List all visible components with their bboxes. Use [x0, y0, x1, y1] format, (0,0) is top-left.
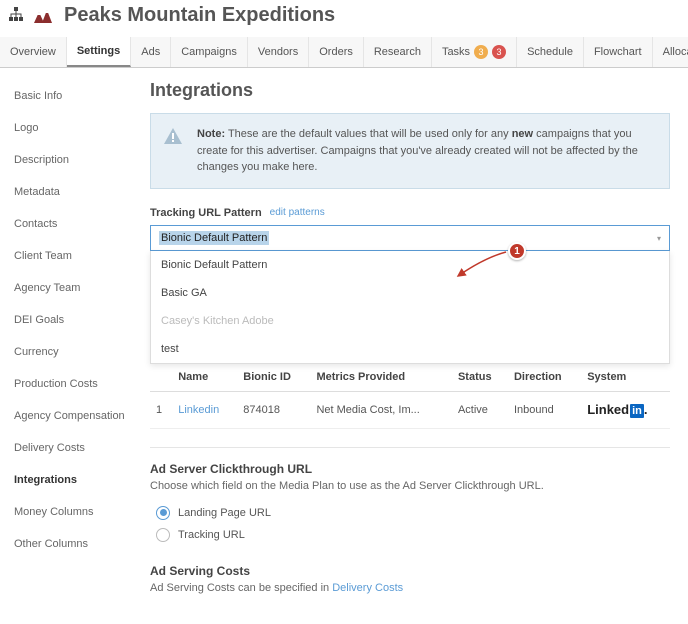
sidebar-item-description[interactable]: Description	[0, 144, 140, 176]
radio-icon	[156, 506, 170, 520]
note-new: new	[512, 128, 533, 140]
col-header: System	[581, 363, 670, 392]
tracking-label: Tracking URL Pattern	[150, 207, 262, 219]
sidebar-item-dei-goals[interactable]: DEI Goals	[0, 304, 140, 336]
clickthrough-section: Ad Server Clickthrough URL Choose which …	[150, 462, 670, 546]
tab-orders[interactable]: Orders	[309, 37, 364, 67]
divider	[150, 447, 670, 448]
tab-research[interactable]: Research	[364, 37, 432, 67]
linkedin-logo: Linkedin.	[587, 402, 647, 417]
cell-status: Active	[452, 391, 508, 428]
tab-settings[interactable]: Settings	[67, 37, 131, 67]
tab-vendors[interactable]: Vendors	[248, 37, 309, 67]
cell-system: Linkedin.	[581, 391, 670, 428]
dropdown-list: Bionic Default PatternBasic GACasey's Ki…	[150, 251, 670, 364]
tab-schedule[interactable]: Schedule	[517, 37, 584, 67]
chevron-down-icon: ▾	[657, 234, 661, 243]
tracking-label-row: Tracking URL Pattern edit patterns	[150, 207, 670, 219]
dropdown-option[interactable]: test	[151, 335, 669, 363]
sidebar-item-delivery-costs[interactable]: Delivery Costs	[0, 432, 140, 464]
main-content: Integrations Note: These are the default…	[140, 68, 688, 624]
cell-metrics: Net Media Cost, Im...	[310, 391, 452, 428]
edit-patterns-link[interactable]: edit patterns	[270, 207, 325, 218]
radio-landing-page[interactable]: Landing Page URL	[150, 502, 670, 524]
warning-icon	[163, 126, 183, 152]
dropdown-option[interactable]: Bionic Default Pattern	[151, 251, 669, 279]
note-text-1: These are the default values that will b…	[225, 128, 512, 140]
sidebar-item-metadata[interactable]: Metadata	[0, 176, 140, 208]
note-bold: Note:	[197, 128, 225, 140]
delivery-costs-link[interactable]: Delivery Costs	[332, 582, 403, 594]
page-header: Peaks Mountain Expeditions	[0, 0, 688, 37]
integration-name-link[interactable]: Linkedin	[178, 404, 219, 416]
serving-title: Ad Serving Costs	[150, 564, 670, 578]
integrations-table: NameBionic IDMetrics ProvidedStatusDirec…	[150, 363, 670, 429]
sidebar-item-other-columns[interactable]: Other Columns	[0, 528, 140, 560]
dropdown-option[interactable]: Casey's Kitchen Adobe	[151, 307, 669, 335]
dropdown-option[interactable]: Basic GA	[151, 279, 669, 307]
tab-bar: OverviewSettingsAdsCampaignsVendorsOrder…	[0, 37, 688, 68]
section-heading: Integrations	[150, 80, 670, 101]
col-header: Direction	[508, 363, 581, 392]
note-box: Note: These are the default values that …	[150, 113, 670, 189]
col-header: Metrics Provided	[310, 363, 452, 392]
sidebar-item-money-columns[interactable]: Money Columns	[0, 496, 140, 528]
serving-desc: Ad Serving Costs can be specified in Del…	[150, 582, 670, 594]
sitemap-icon	[8, 6, 24, 25]
tab-overview[interactable]: Overview	[0, 37, 67, 67]
col-header: Name	[172, 363, 237, 392]
sidebar-item-logo[interactable]: Logo	[0, 112, 140, 144]
tab-allocations[interactable]: Allocations	[653, 37, 688, 67]
serving-section: Ad Serving Costs Ad Serving Costs can be…	[150, 564, 670, 594]
tab-tasks[interactable]: Tasks33	[432, 37, 517, 67]
sidebar-item-client-team[interactable]: Client Team	[0, 240, 140, 272]
tasks-badge: 3	[492, 45, 506, 59]
sidebar-item-integrations[interactable]: Integrations	[0, 464, 140, 496]
tab-campaigns[interactable]: Campaigns	[171, 37, 248, 67]
sidebar-item-contacts[interactable]: Contacts	[0, 208, 140, 240]
clickthrough-title: Ad Server Clickthrough URL	[150, 462, 670, 476]
table-row: 1 Linkedin 874018 Net Media Cost, Im... …	[150, 391, 670, 428]
col-header	[150, 363, 172, 392]
col-header: Bionic ID	[237, 363, 310, 392]
col-header: Status	[452, 363, 508, 392]
radio-tracking-url[interactable]: Tracking URL	[150, 524, 670, 546]
tab-flowchart[interactable]: Flowchart	[584, 37, 653, 67]
clickthrough-desc: Choose which field on the Media Plan to …	[150, 480, 670, 492]
radio-icon	[156, 528, 170, 542]
row-index: 1	[150, 391, 172, 428]
tab-ads[interactable]: Ads	[131, 37, 171, 67]
dropdown-selected: Bionic Default Pattern	[159, 231, 269, 245]
tasks-badge: 3	[474, 45, 488, 59]
sidebar-item-currency[interactable]: Currency	[0, 336, 140, 368]
sidebar-item-basic-info[interactable]: Basic Info	[0, 80, 140, 112]
sidebar: Basic InfoLogoDescriptionMetadataContact…	[0, 68, 140, 624]
cell-direction: Inbound	[508, 391, 581, 428]
sidebar-item-production-costs[interactable]: Production Costs	[0, 368, 140, 400]
page-title: Peaks Mountain Expeditions	[64, 4, 335, 27]
tracking-pattern-dropdown[interactable]: Bionic Default Pattern ▾	[150, 225, 670, 251]
cell-bionic-id: 874018	[237, 391, 310, 428]
sidebar-item-agency-team[interactable]: Agency Team	[0, 272, 140, 304]
sidebar-item-agency-compensation[interactable]: Agency Compensation	[0, 400, 140, 432]
logo-icon	[30, 7, 54, 25]
